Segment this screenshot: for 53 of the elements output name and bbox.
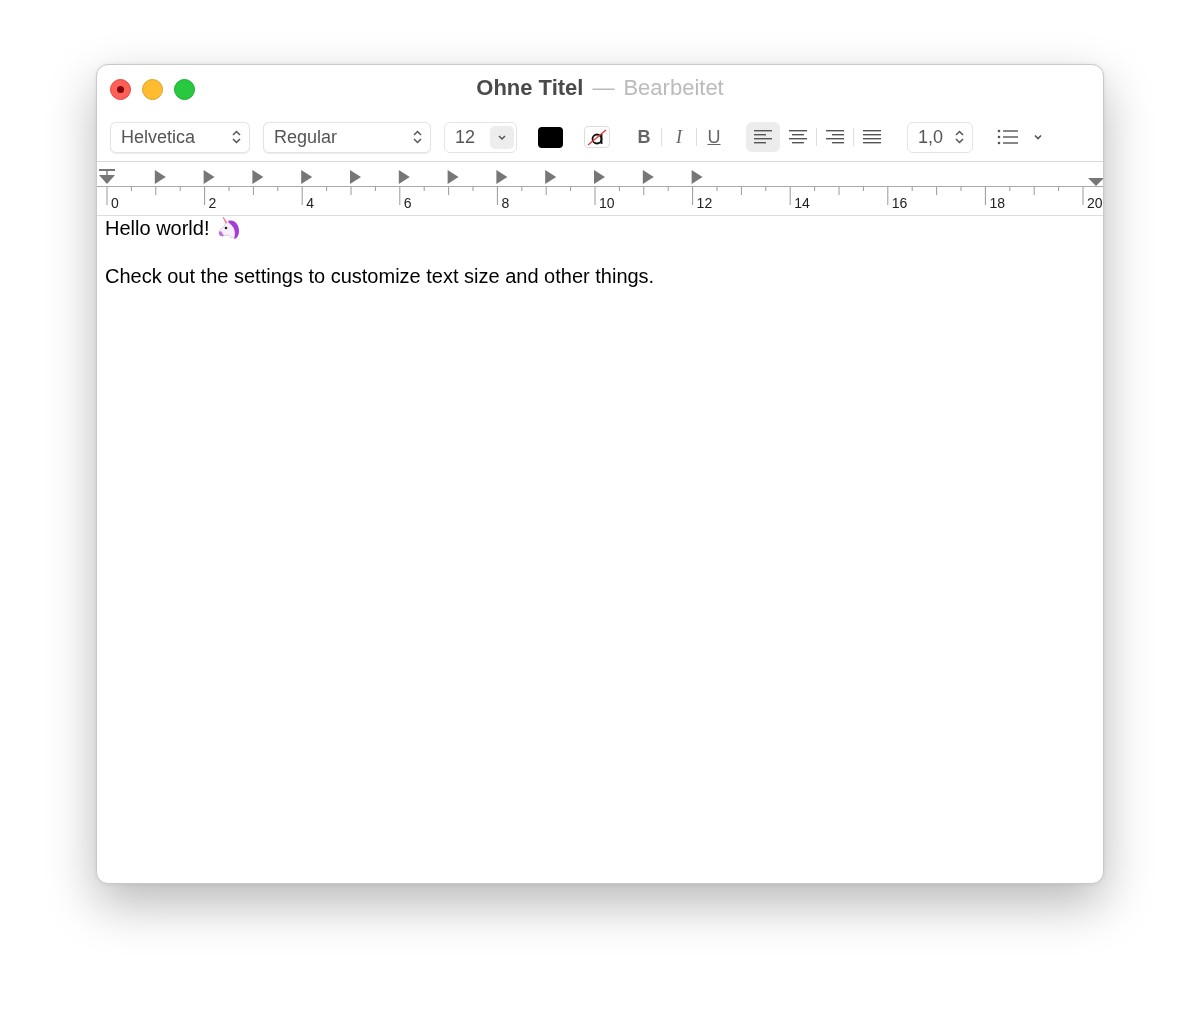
tab-stop-icon[interactable] bbox=[154, 170, 166, 184]
up-down-chevron-icon bbox=[232, 130, 241, 144]
title-separator: — bbox=[592, 75, 615, 101]
tab-stop-icon[interactable] bbox=[398, 170, 410, 184]
tab-stop-icon[interactable] bbox=[691, 170, 703, 184]
align-center-icon bbox=[789, 129, 807, 145]
document-text: Hello world! bbox=[105, 216, 210, 240]
window-title: Ohne Titel bbox=[476, 75, 584, 101]
font-size-combo[interactable]: 12 bbox=[444, 121, 517, 153]
ruler-label: 6 bbox=[403, 195, 412, 211]
font-family-popup[interactable]: Helvetica bbox=[110, 121, 250, 153]
tab-stop-icon[interactable] bbox=[594, 170, 605, 184]
right-margin-marker-icon[interactable] bbox=[1088, 178, 1103, 186]
tab-stop-icon[interactable] bbox=[252, 170, 264, 184]
document-text: Check out the settings to customize text size and other things. bbox=[105, 264, 655, 288]
ruler-label: 4 bbox=[306, 195, 314, 211]
ruler-label: 16 bbox=[891, 195, 908, 211]
tab-stop-icon[interactable] bbox=[203, 170, 215, 184]
align-left-icon bbox=[754, 129, 772, 145]
close-button[interactable] bbox=[110, 78, 131, 100]
italic-button[interactable]: I bbox=[665, 123, 693, 151]
zoom-button[interactable] bbox=[174, 78, 195, 100]
tab-stop-icon[interactable] bbox=[447, 170, 459, 184]
ruler-label: 2 bbox=[208, 195, 217, 211]
tab-stop-icon[interactable] bbox=[545, 170, 557, 184]
underline-button[interactable]: U bbox=[700, 123, 728, 151]
ruler-label: 8 bbox=[501, 195, 510, 211]
tab-stop-icon[interactable] bbox=[350, 170, 361, 184]
ruler-label: 12 bbox=[696, 195, 713, 211]
tab-stop-icon[interactable] bbox=[301, 170, 313, 184]
edited-status: Bearbeitet bbox=[623, 75, 724, 101]
tab-stop-icon[interactable] bbox=[496, 170, 508, 184]
dropdown-chevron-icon[interactable] bbox=[1033, 133, 1043, 141]
ruler-label: 14 bbox=[794, 195, 810, 211]
ruler-label: 18 bbox=[989, 195, 1005, 211]
bold-button[interactable]: B bbox=[630, 123, 658, 151]
up-down-chevron-icon bbox=[955, 130, 964, 144]
indent-marker-icon[interactable] bbox=[99, 169, 115, 184]
no-background-color-icon[interactable] bbox=[584, 126, 610, 148]
ruler-label: 10 bbox=[599, 195, 615, 211]
dropdown-chevron-icon bbox=[490, 125, 514, 149]
list-bullets-icon[interactable] bbox=[997, 129, 1019, 145]
align-right-icon bbox=[826, 129, 844, 145]
up-down-chevron-icon bbox=[413, 130, 422, 144]
font-style-popup[interactable]: Regular bbox=[263, 121, 431, 153]
ruler-label: 0 bbox=[111, 195, 119, 211]
align-left-button[interactable] bbox=[746, 122, 780, 152]
unicorn-icon bbox=[215, 215, 242, 241]
ruler-label: 20 bbox=[1087, 195, 1103, 211]
align-justify-icon bbox=[863, 129, 881, 145]
line-spacing-popup[interactable]: 1,0 bbox=[907, 121, 973, 153]
tab-stop-icon[interactable] bbox=[642, 170, 654, 184]
text-color-well[interactable] bbox=[538, 126, 563, 148]
